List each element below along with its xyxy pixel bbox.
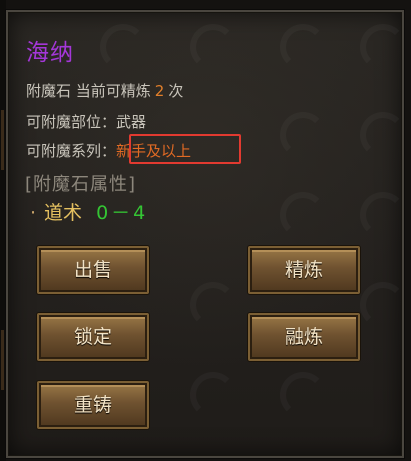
background-pattern-mark: [360, 112, 406, 158]
recast-button[interactable]: 重铸: [37, 381, 149, 429]
series-highlight-box: [129, 134, 241, 164]
background-pattern-mark: [360, 282, 406, 328]
attribute-row: · 道术 0－4: [30, 198, 148, 225]
background-pattern-mark: [280, 112, 326, 158]
attribute-value: 0－4: [96, 202, 149, 224]
slot-info-line: 可附魔部位：武器: [26, 111, 146, 132]
refine-unit: 次: [168, 82, 184, 100]
background-pattern-mark: [280, 192, 326, 238]
background-pattern-mark: [280, 24, 326, 70]
lock-button[interactable]: 锁定: [37, 313, 149, 361]
fuse-button[interactable]: 融炼: [248, 313, 360, 361]
background-pattern-mark: [360, 24, 406, 70]
edge-accent: [1, 330, 4, 390]
attribute-section-header: [附魔石属性]: [25, 174, 137, 195]
background-pattern-mark: [190, 24, 236, 70]
refine-info-line: 附魔石 当前可精炼 2 次: [26, 80, 183, 101]
refine-label: 附魔石 当前可精炼: [26, 82, 151, 100]
background-pattern-mark: [190, 282, 236, 328]
refine-button[interactable]: 精炼: [248, 246, 360, 294]
refine-count: 2: [154, 82, 165, 100]
slot-value: 武器: [116, 113, 147, 131]
attribute-bullet: ·: [30, 202, 37, 224]
background-pattern-mark: [190, 372, 236, 418]
slot-label: 可附魔部位：: [26, 113, 117, 131]
background-pattern-mark: [360, 192, 406, 238]
series-label: 可附魔系列：: [26, 142, 117, 160]
item-name: 海纳: [26, 40, 74, 66]
background-pattern-mark: [280, 372, 326, 418]
background-pattern-mark: [100, 24, 146, 70]
attribute-name: 道术: [44, 202, 83, 224]
sell-button[interactable]: 出售: [37, 246, 149, 294]
edge-accent: [1, 110, 4, 170]
